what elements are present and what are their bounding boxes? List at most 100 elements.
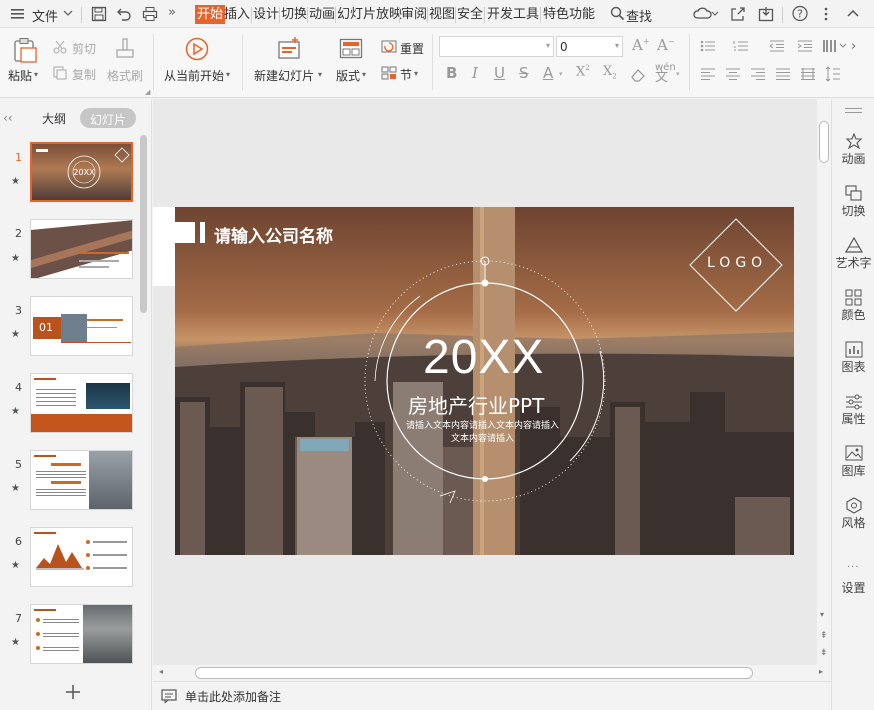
font-name-select[interactable]: ▾ [439,36,554,57]
notes-placeholder[interactable]: 单击此处添加备注 [185,688,281,705]
paste-button[interactable]: 粘贴 [8,67,32,84]
animation-icon[interactable] [845,133,863,150]
slide-thumbnail-1[interactable]: 20XX [30,142,133,202]
properties-icon[interactable] [845,393,863,410]
slide-thumbnail-4[interactable] [30,373,133,433]
undo-icon[interactable] [116,6,132,22]
tab-animations[interactable]: 动画 [309,5,335,24]
pane-settings[interactable]: 设置 [832,579,874,596]
tab-home[interactable]: 开始 [195,5,226,24]
add-slide-plus-icon[interactable] [64,683,82,701]
format-painter-button[interactable]: 格式刷 [107,67,143,84]
justify-icon[interactable] [775,68,791,80]
current-slide[interactable]: 请输入公司名称 LOGO 20XX 房地产行业PPT 请插入文本内容请插入文本内… [175,207,794,555]
from-current-button[interactable]: 从当前开始 [164,67,224,84]
decrease-indent-icon[interactable] [769,40,785,52]
slide-thumbnail-7[interactable] [30,604,133,664]
bold-icon[interactable]: B [446,64,457,82]
pane-word-art[interactable]: 艺术字 [832,254,874,271]
layout-icon[interactable] [339,38,363,60]
align-left-icon[interactable] [700,68,716,80]
tab-slides[interactable]: 幻灯片 [80,108,136,128]
tab-review[interactable]: 审阅 [401,5,427,24]
canvas-horizontal-scrollbar[interactable]: ◂ ▸ [153,665,831,681]
canvas-vertical-scrollbar[interactable]: ▾ ⇞ ⇟ [817,99,831,665]
underline-icon[interactable]: U [494,64,505,82]
chart-icon[interactable] [845,341,863,358]
font-color-icon[interactable]: A [543,64,553,82]
hamburger-menu-icon[interactable] [10,7,26,21]
slide-thumbnail-6[interactable] [30,527,133,587]
word-art-icon[interactable] [845,237,863,254]
pane-animation[interactable]: 动画 [832,150,874,167]
format-painter-icon[interactable] [114,37,136,61]
more-chevron-icon[interactable]: » [168,5,176,20]
cloud-sync-icon[interactable] [693,6,719,22]
reset-button[interactable]: 重置 [400,40,424,57]
year-text[interactable]: 20XX [423,330,544,385]
search-label[interactable]: 查找 [626,6,652,25]
export-icon[interactable] [758,6,774,22]
numbered-list-icon[interactable] [733,40,749,52]
search-icon[interactable] [610,6,625,21]
italic-icon[interactable]: I [472,64,478,82]
eraser-icon[interactable] [630,68,646,82]
more-vertical-icon[interactable] [823,6,829,22]
strikethrough-icon[interactable]: S [519,64,529,82]
new-slide-button[interactable]: 新建幻灯片 [254,67,314,84]
slide-thumbnail-2[interactable] [30,219,133,279]
pane-transition[interactable]: 切换 [832,202,874,219]
tab-design[interactable]: 设计 [253,5,279,24]
tab-developer[interactable]: 开发工具 [487,5,539,24]
section-button[interactable]: 节 [400,66,412,83]
pane-style[interactable]: 风格 [832,514,874,531]
collapse-ribbon-icon[interactable] [846,7,860,19]
save-icon[interactable] [91,6,107,22]
layout-button[interactable]: 版式 [336,67,360,84]
subtitle-line-2[interactable]: 文本内容请插入 [451,431,514,444]
ribbon-scroll-right-icon[interactable]: › [851,39,856,54]
phonetic-icon[interactable]: wén 文 [655,63,676,85]
file-menu[interactable]: 文件 [32,6,58,25]
tab-view[interactable]: 视图 [429,5,455,24]
notes-bar[interactable]: 单击此处添加备注 [153,681,874,710]
pane-chart[interactable]: 图表 [832,358,874,375]
pane-color[interactable]: 颜色 [832,306,874,323]
tab-security[interactable]: 安全 [457,5,483,24]
align-center-icon[interactable] [725,68,741,80]
increase-font-icon[interactable]: A+ [632,36,650,54]
share-icon[interactable] [730,6,746,22]
cut-icon[interactable] [53,40,67,54]
superscript-icon[interactable]: X2 [576,64,590,79]
tab-outline[interactable]: 大纲 [42,110,66,127]
subscript-icon[interactable]: X2 [603,64,617,81]
font-size-select[interactable]: 0 ▾ [556,36,623,57]
print-icon[interactable] [142,6,158,22]
subtitle-line-1[interactable]: 请插入文本内容请插入文本内容请插入 [406,418,559,431]
paste-icon[interactable] [12,37,38,63]
help-icon[interactable]: ? [792,5,808,22]
slides-scrollbar[interactable] [140,135,147,313]
section-icon[interactable] [381,66,397,80]
copy-button[interactable]: 复制 [72,66,96,83]
file-dropdown-chevron-icon[interactable] [63,9,73,17]
pane-gallery[interactable]: 图库 [832,462,874,479]
columns-icon[interactable] [823,39,847,53]
gallery-icon[interactable] [845,445,863,462]
logo-text[interactable]: LOGO [707,255,767,271]
tab-features[interactable]: 特色功能 [543,5,595,24]
company-name-text[interactable]: 请输入公司名称 [214,222,333,247]
color-icon[interactable] [845,289,863,306]
cut-button[interactable]: 剪切 [72,40,96,57]
tab-slideshow[interactable]: 幻灯片放映 [337,5,402,24]
more-dots-icon[interactable]: ··· [847,562,860,573]
slide-thumbnail-3[interactable]: 01 [30,296,133,356]
copy-icon[interactable] [53,66,67,80]
pane-properties[interactable]: 属性 [832,410,874,427]
slide-thumbnail-5[interactable] [30,450,133,510]
slide-title-text[interactable]: 房地产行业PPT [408,390,544,419]
new-slide-icon[interactable] [276,36,302,62]
increase-indent-icon[interactable] [797,40,813,52]
play-from-current-icon[interactable] [185,37,209,61]
line-spacing-icon[interactable] [825,66,841,82]
